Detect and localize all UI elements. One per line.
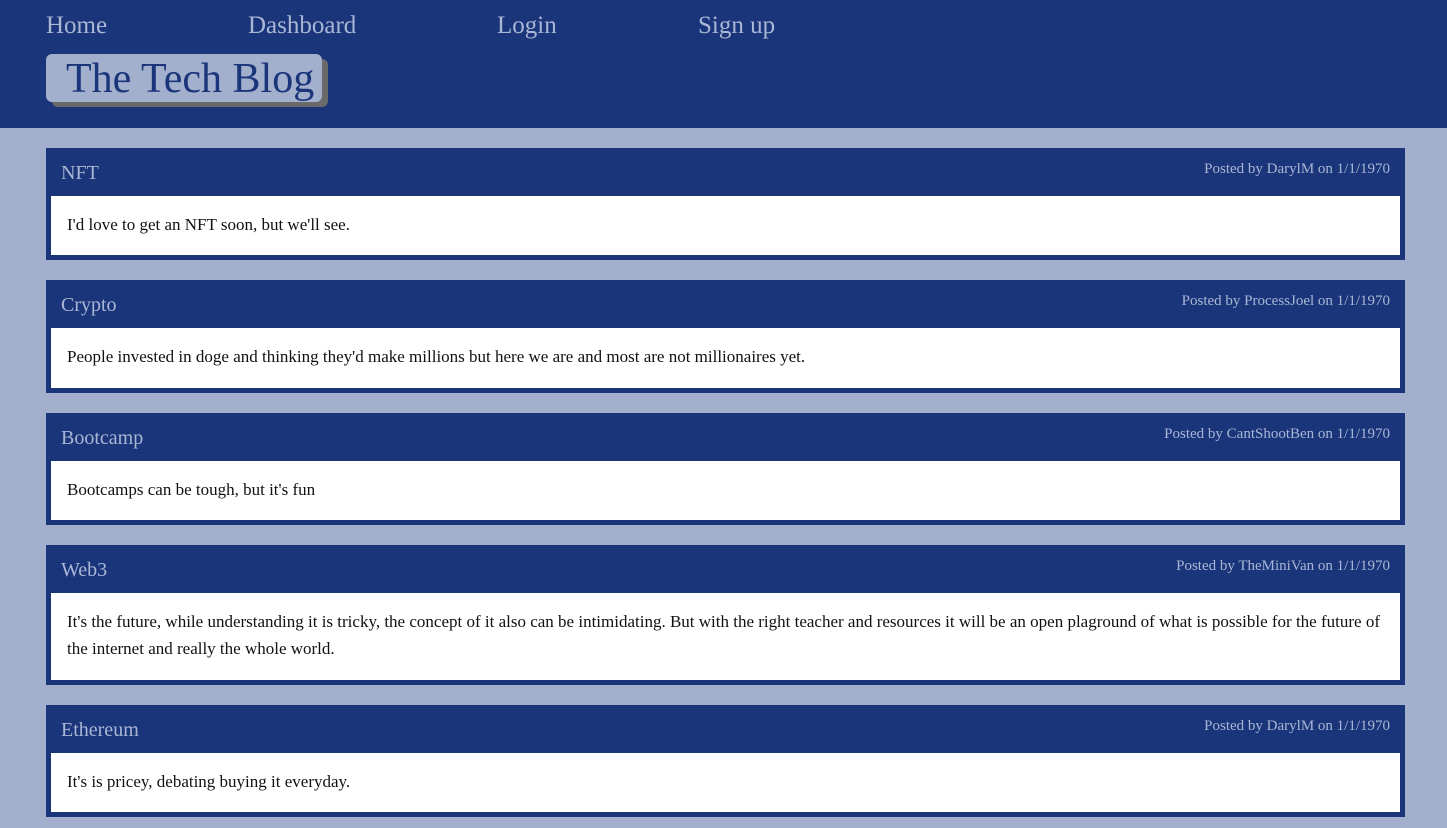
post-title[interactable]: Bootcamp (61, 425, 143, 451)
post-meta: Posted by DarylM on 1/1/1970 (1204, 718, 1390, 734)
post-title[interactable]: Crypto (61, 292, 117, 318)
post-card[interactable]: Ethereum Posted by DarylM on 1/1/1970 It… (46, 705, 1405, 817)
post-body: People invested in doge and thinking the… (51, 328, 1400, 388)
post-meta: Posted by DarylM on 1/1/1970 (1204, 161, 1390, 177)
post-meta: Posted by TheMiniVan on 1/1/1970 (1176, 558, 1390, 574)
post-meta: Posted by CantShootBen on 1/1/1970 (1164, 426, 1390, 442)
post-body: It's the future, while understanding it … (51, 593, 1400, 680)
site-header: Home Dashboard Login Sign up The Tech Bl… (0, 0, 1447, 128)
post-title[interactable]: Web3 (61, 557, 107, 583)
site-brand: The Tech Blog (46, 54, 322, 102)
post-body: I'd love to get an NFT soon, but we'll s… (51, 196, 1400, 255)
site-title: The Tech Blog (66, 56, 315, 102)
post-body: It's is pricey, debating buying it every… (51, 753, 1400, 812)
nav-signup-link[interactable]: Sign up (698, 10, 775, 42)
post-card[interactable]: Crypto Posted by ProcessJoel on 1/1/1970… (46, 280, 1405, 393)
post-meta: Posted by ProcessJoel on 1/1/1970 (1181, 293, 1390, 309)
post-body: Bootcamps can be tough, but it's fun (51, 461, 1400, 520)
nav-home-link[interactable]: Home (46, 10, 107, 42)
nav-login-link[interactable]: Login (497, 10, 557, 42)
post-card[interactable]: Bootcamp Posted by CantShootBen on 1/1/1… (46, 413, 1405, 525)
post-title[interactable]: Ethereum (61, 717, 139, 743)
nav-dashboard-link[interactable]: Dashboard (248, 10, 356, 42)
post-card[interactable]: NFT Posted by DarylM on 1/1/1970 I'd lov… (46, 148, 1405, 260)
post-card[interactable]: Web3 Posted by TheMiniVan on 1/1/1970 It… (46, 545, 1405, 685)
post-title[interactable]: NFT (61, 160, 99, 186)
